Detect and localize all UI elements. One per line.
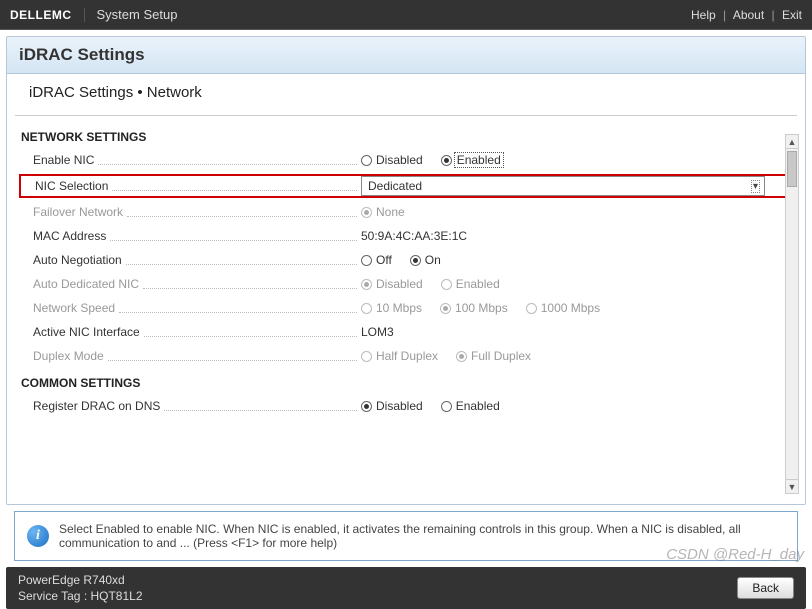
row-mac: MAC Address 50:9A:4C:AA:3E:1C — [21, 224, 791, 248]
auto-neg-off[interactable]: Off — [361, 253, 392, 267]
row-enable-nic: Enable NIC Disabled Enabled — [21, 148, 791, 172]
nav-title[interactable]: System Setup — [97, 7, 178, 22]
scroll-down-icon[interactable]: ▼ — [786, 479, 798, 493]
row-auto-negotiation: Auto Negotiation Off On — [21, 248, 791, 272]
auto-ded-enabled: Enabled — [441, 277, 500, 291]
active-nic-value: LOM3 — [361, 325, 394, 339]
scroll-thumb[interactable] — [787, 151, 797, 187]
row-nic-selection: NIC Selection Dedicated ▾ — [19, 174, 791, 198]
row-failover: Failover Network None — [21, 200, 791, 224]
duplex-half: Half Duplex — [361, 349, 438, 363]
exit-link[interactable]: Exit — [782, 8, 802, 22]
enable-nic-enabled[interactable]: Enabled — [441, 152, 504, 168]
info-icon: i — [27, 525, 49, 547]
label: Enable NIC — [33, 153, 94, 167]
label: Active NIC Interface — [33, 325, 140, 339]
auto-neg-on[interactable]: On — [410, 253, 441, 267]
back-button[interactable]: Back — [737, 577, 794, 599]
divider: | — [723, 8, 726, 22]
label: NIC Selection — [35, 179, 108, 193]
failover-none: None — [361, 205, 405, 219]
label: MAC Address — [33, 229, 106, 243]
label: Register DRAC on DNS — [33, 399, 160, 413]
speed-10: 10 Mbps — [361, 301, 422, 315]
top-bar: DELLEMC System Setup Help | About | Exit — [0, 0, 812, 30]
divider: | — [772, 8, 775, 22]
help-box: i Select Enabled to enable NIC. When NIC… — [14, 511, 798, 561]
panel-title: iDRAC Settings — [7, 37, 805, 74]
scrollbar[interactable]: ▲ ▼ — [785, 134, 799, 494]
top-right-links: Help | About | Exit — [691, 8, 802, 22]
main-panel: iDRAC Settings iDRAC Settings • Network … — [6, 36, 806, 505]
nic-selection-dropdown[interactable]: Dedicated ▾ — [361, 176, 765, 196]
dns-disabled[interactable]: Disabled — [361, 399, 423, 413]
label: Duplex Mode — [33, 349, 104, 363]
speed-100: 100 Mbps — [440, 301, 508, 315]
label: Network Speed — [33, 301, 115, 315]
about-link[interactable]: About — [733, 8, 764, 22]
section-common: COMMON SETTINGS — [21, 368, 791, 394]
speed-1000: 1000 Mbps — [526, 301, 600, 315]
scroll-up-icon[interactable]: ▲ — [786, 135, 798, 149]
breadcrumb: iDRAC Settings • Network — [15, 74, 797, 116]
mac-value: 50:9A:4C:AA:3E:1C — [361, 229, 467, 243]
row-active-nic: Active NIC Interface LOM3 — [21, 320, 791, 344]
panel-body: iDRAC Settings • Network NETWORK SETTING… — [7, 74, 805, 504]
model-label: PowerEdge R740xd — [18, 573, 143, 587]
row-duplex: Duplex Mode Half Duplex Full Duplex — [21, 344, 791, 368]
row-network-speed: Network Speed 10 Mbps 100 Mbps 1000 Mbps — [21, 296, 791, 320]
footer-bar: PowerEdge R740xd Service Tag : HQT81L2 B… — [6, 567, 806, 609]
enable-nic-disabled[interactable]: Disabled — [361, 153, 423, 167]
settings-area: NETWORK SETTINGS Enable NIC Disabled Ena… — [7, 116, 805, 424]
label: Auto Dedicated NIC — [33, 277, 139, 291]
duplex-full: Full Duplex — [456, 349, 531, 363]
dropdown-value: Dedicated — [368, 179, 422, 193]
brand-logo: DELLEMC — [10, 8, 85, 22]
row-auto-dedicated: Auto Dedicated NIC Disabled Enabled — [21, 272, 791, 296]
label: Failover Network — [33, 205, 123, 219]
help-text: Select Enabled to enable NIC. When NIC i… — [59, 522, 785, 550]
auto-ded-disabled: Disabled — [361, 277, 423, 291]
help-link[interactable]: Help — [691, 8, 716, 22]
chevron-down-icon: ▾ — [751, 180, 760, 193]
dns-enabled[interactable]: Enabled — [441, 399, 500, 413]
label: Auto Negotiation — [33, 253, 122, 267]
section-network: NETWORK SETTINGS — [21, 122, 791, 148]
row-register-dns: Register DRAC on DNS Disabled Enabled — [21, 394, 791, 418]
